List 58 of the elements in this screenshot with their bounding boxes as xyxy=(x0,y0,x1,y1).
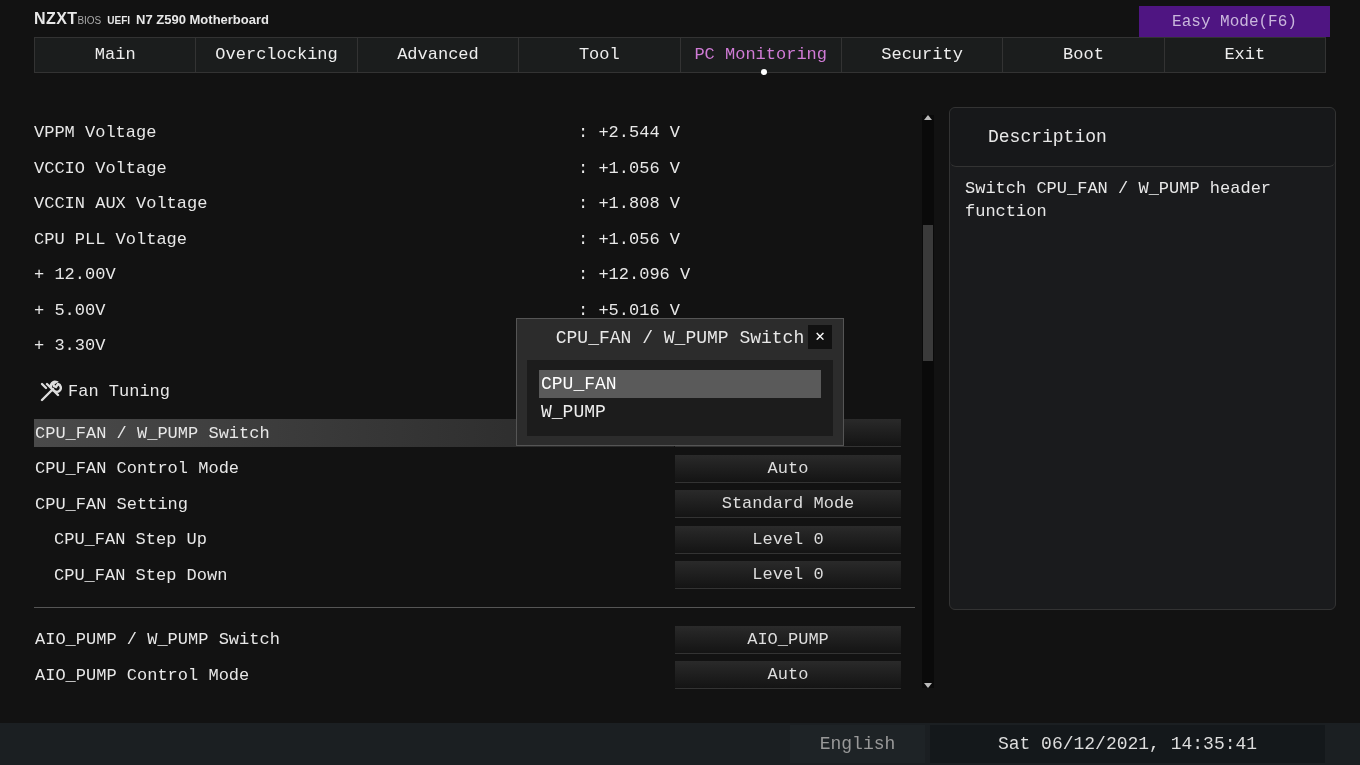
reading-value: : +12.096 V xyxy=(578,264,691,286)
setting-label: AIO_PUMP Control Mode xyxy=(34,664,250,687)
reading-value: : +1.056 V xyxy=(578,228,681,251)
tab[interactable]: Exit xyxy=(1163,38,1325,72)
language-selector[interactable]: English xyxy=(790,725,925,763)
popup-option[interactable]: CPU_FAN xyxy=(539,370,821,398)
brand-logo: NZXT xyxy=(34,8,78,29)
reading-label: VPPM Voltage xyxy=(34,122,158,144)
reading-value: : +2.544 V xyxy=(578,122,681,144)
value-button[interactable]: Level 0 xyxy=(675,561,901,590)
scroll-down-icon[interactable] xyxy=(924,683,932,688)
tab[interactable]: Boot xyxy=(1002,38,1164,72)
setting-row[interactable]: AIO_PUMP / W_PUMP Switch xyxy=(34,625,674,654)
brand-subtitle: BIOS xyxy=(77,13,102,28)
close-button[interactable]: ✕ xyxy=(808,325,832,349)
active-tab-indicator xyxy=(760,69,767,75)
date-time: Sat 06/12/2021, 14:35:41 xyxy=(930,725,1325,763)
tab[interactable]: Main xyxy=(35,38,196,72)
tab[interactable]: Tool xyxy=(518,38,680,72)
tab[interactable]: Security xyxy=(840,38,1003,72)
reading-label: + 5.00V xyxy=(34,299,107,322)
tab[interactable]: Advanced xyxy=(356,38,519,72)
setting-label: CPU_FAN / W_PUMP Switch xyxy=(34,422,270,445)
value-button[interactable]: Auto xyxy=(675,661,901,690)
board-name: N7 Z590 Motherboard xyxy=(136,10,269,29)
scroll-up-icon[interactable] xyxy=(924,115,932,120)
setting-row[interactable]: CPU_FAN Setting xyxy=(34,490,674,519)
setting-label: CPU_FAN Step Down xyxy=(53,564,228,587)
setting-row[interactable]: CPU_FAN Step Down xyxy=(34,561,674,590)
section-title: Fan Tuning xyxy=(68,380,171,403)
scroll-thumb[interactable] xyxy=(923,225,933,361)
tools-icon xyxy=(38,379,62,404)
value-button[interactable]: Standard Mode xyxy=(675,490,901,519)
description-text: Switch CPU_FAN / W_PUMP header function xyxy=(964,178,1273,223)
tab[interactable]: Overclocking xyxy=(195,38,357,72)
setting-row[interactable]: CPU_FAN Step Up xyxy=(34,525,674,554)
reading-label: VCCIN AUX Voltage xyxy=(34,193,209,215)
setting-label: CPU_FAN Control Mode xyxy=(34,458,240,480)
reading-value: : +1.056 V xyxy=(578,157,681,180)
setting-label: CPU_FAN Setting xyxy=(34,493,189,516)
popup-title: CPU_FAN / W_PUMP Switch xyxy=(555,326,805,350)
value-button[interactable]: Auto xyxy=(675,454,901,483)
tab[interactable]: PC Monitoring xyxy=(679,38,841,72)
setting-row[interactable]: CPU_FAN Control Mode xyxy=(34,454,674,483)
uefi-label: UEFI xyxy=(107,13,131,28)
value-button[interactable]: Level 0 xyxy=(675,525,901,554)
value-button[interactable]: AIO_PUMP xyxy=(675,625,901,654)
reading-value: : +1.808 V xyxy=(578,193,681,215)
reading-label: + 12.00V xyxy=(34,264,117,286)
reading-value: : +5.016 V xyxy=(578,299,681,322)
setting-label: AIO_PUMP / W_PUMP Switch xyxy=(34,629,280,651)
setting-row[interactable]: AIO_PUMP Control Mode xyxy=(34,661,674,690)
description-title: Description xyxy=(988,125,1107,149)
reading-label: VCCIO Voltage xyxy=(34,157,168,180)
reading-label: CPU PLL Voltage xyxy=(34,228,189,251)
easy-mode-button[interactable]: Easy Mode(F6) xyxy=(1139,6,1330,37)
setting-label: CPU_FAN Step Up xyxy=(53,529,208,551)
scrollbar[interactable] xyxy=(922,115,934,688)
